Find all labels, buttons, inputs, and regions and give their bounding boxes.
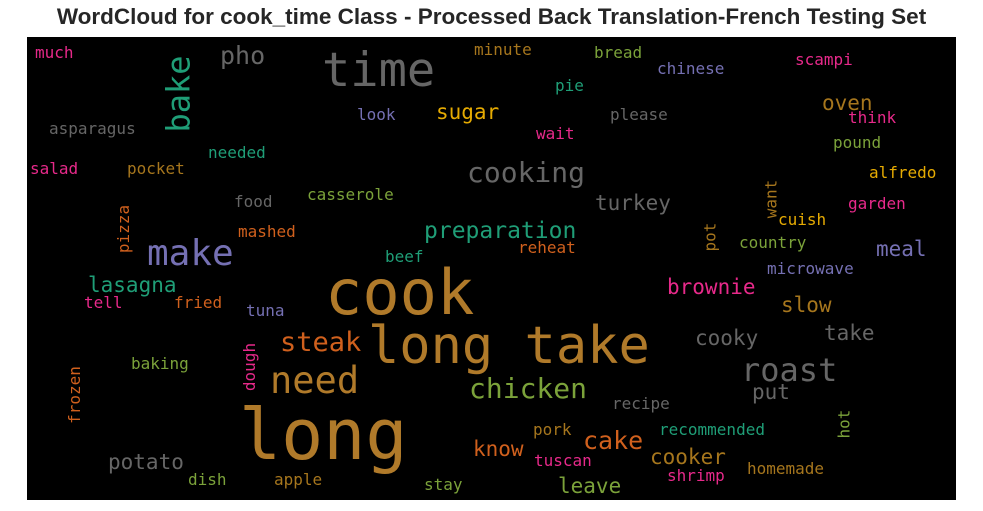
word-pound: pound [833,133,882,152]
word-shrimp: shrimp [667,466,725,485]
word-casserole: casserole [307,185,394,204]
word-cooking: cooking [467,156,586,189]
word-pie: pie [555,76,584,95]
word-turkey: turkey [595,191,671,215]
word-please: please [610,105,668,124]
word-recommended: recommended [659,420,765,439]
word-tuna: tuna [246,301,285,320]
word-microwave: microwave [767,259,854,278]
word-think: think [848,108,897,127]
word-want: want [761,179,781,219]
word-food: food [234,192,273,211]
word-dish: dish [188,470,227,489]
word-baking: baking [131,354,189,373]
word-make: make [147,233,234,274]
word-chicken: chicken [469,372,588,405]
word-cuish: cuish [778,210,827,229]
word-homemade: homemade [747,459,825,478]
word-chinese: chinese [657,59,725,78]
word-salad: salad [30,159,79,178]
word-pocket: pocket [127,159,185,178]
word-bake: bake [159,55,198,133]
chart-title: WordCloud for cook_time Class - Processe… [56,4,927,29]
word-country: country [739,233,807,252]
word-slow: slow [781,293,832,317]
word-look: look [357,105,396,124]
word-beef: beef [385,247,424,266]
word-much: much [35,43,74,62]
word-hot: hot [834,409,854,439]
word-pho: pho [220,41,266,70]
word-scampi: scampi [795,50,853,69]
word-recipe: recipe [612,394,670,413]
word-stay: stay [424,475,463,494]
word-dough: dough [240,342,260,392]
word-bread: bread [594,43,643,62]
word-know: know [473,437,524,461]
word-cloud: cook long long take time make need roast… [27,37,956,500]
word-cooky: cooky [695,326,759,350]
word-take: take [824,321,875,345]
word-needed: needed [208,143,266,162]
word-pizza: pizza [114,204,134,254]
word-leave: leave [558,474,622,498]
word-pot: pot [700,222,720,252]
word-tell: tell [84,293,123,312]
word-long: long [239,394,408,476]
word-reheat: reheat [518,238,576,257]
word-need: need [270,359,360,402]
word-garden: garden [848,194,906,213]
word-meal: meal [876,237,927,261]
word-asparagus: asparagus [49,119,136,138]
word-cake: cake [583,426,644,455]
word-tuscan: tuscan [534,451,592,470]
word-alfredo: alfredo [869,163,937,182]
word-steak: steak [280,327,362,358]
word-wait: wait [536,124,575,143]
word-cook: cook [325,256,475,329]
word-frozen: frozen [64,366,84,424]
word-put: put [752,380,790,404]
word-brownie: brownie [667,275,756,299]
word-mashed: mashed [238,222,296,241]
word-potato: potato [108,450,184,474]
word-minute: minute [474,40,532,59]
word-fried: fried [174,293,223,312]
word-pork: pork [533,420,572,439]
word-long-take: long take [368,316,650,376]
word-apple: apple [274,470,323,489]
word-time: time [322,43,436,98]
word-sugar: sugar [436,100,500,124]
word-cooker: cooker [650,445,726,469]
